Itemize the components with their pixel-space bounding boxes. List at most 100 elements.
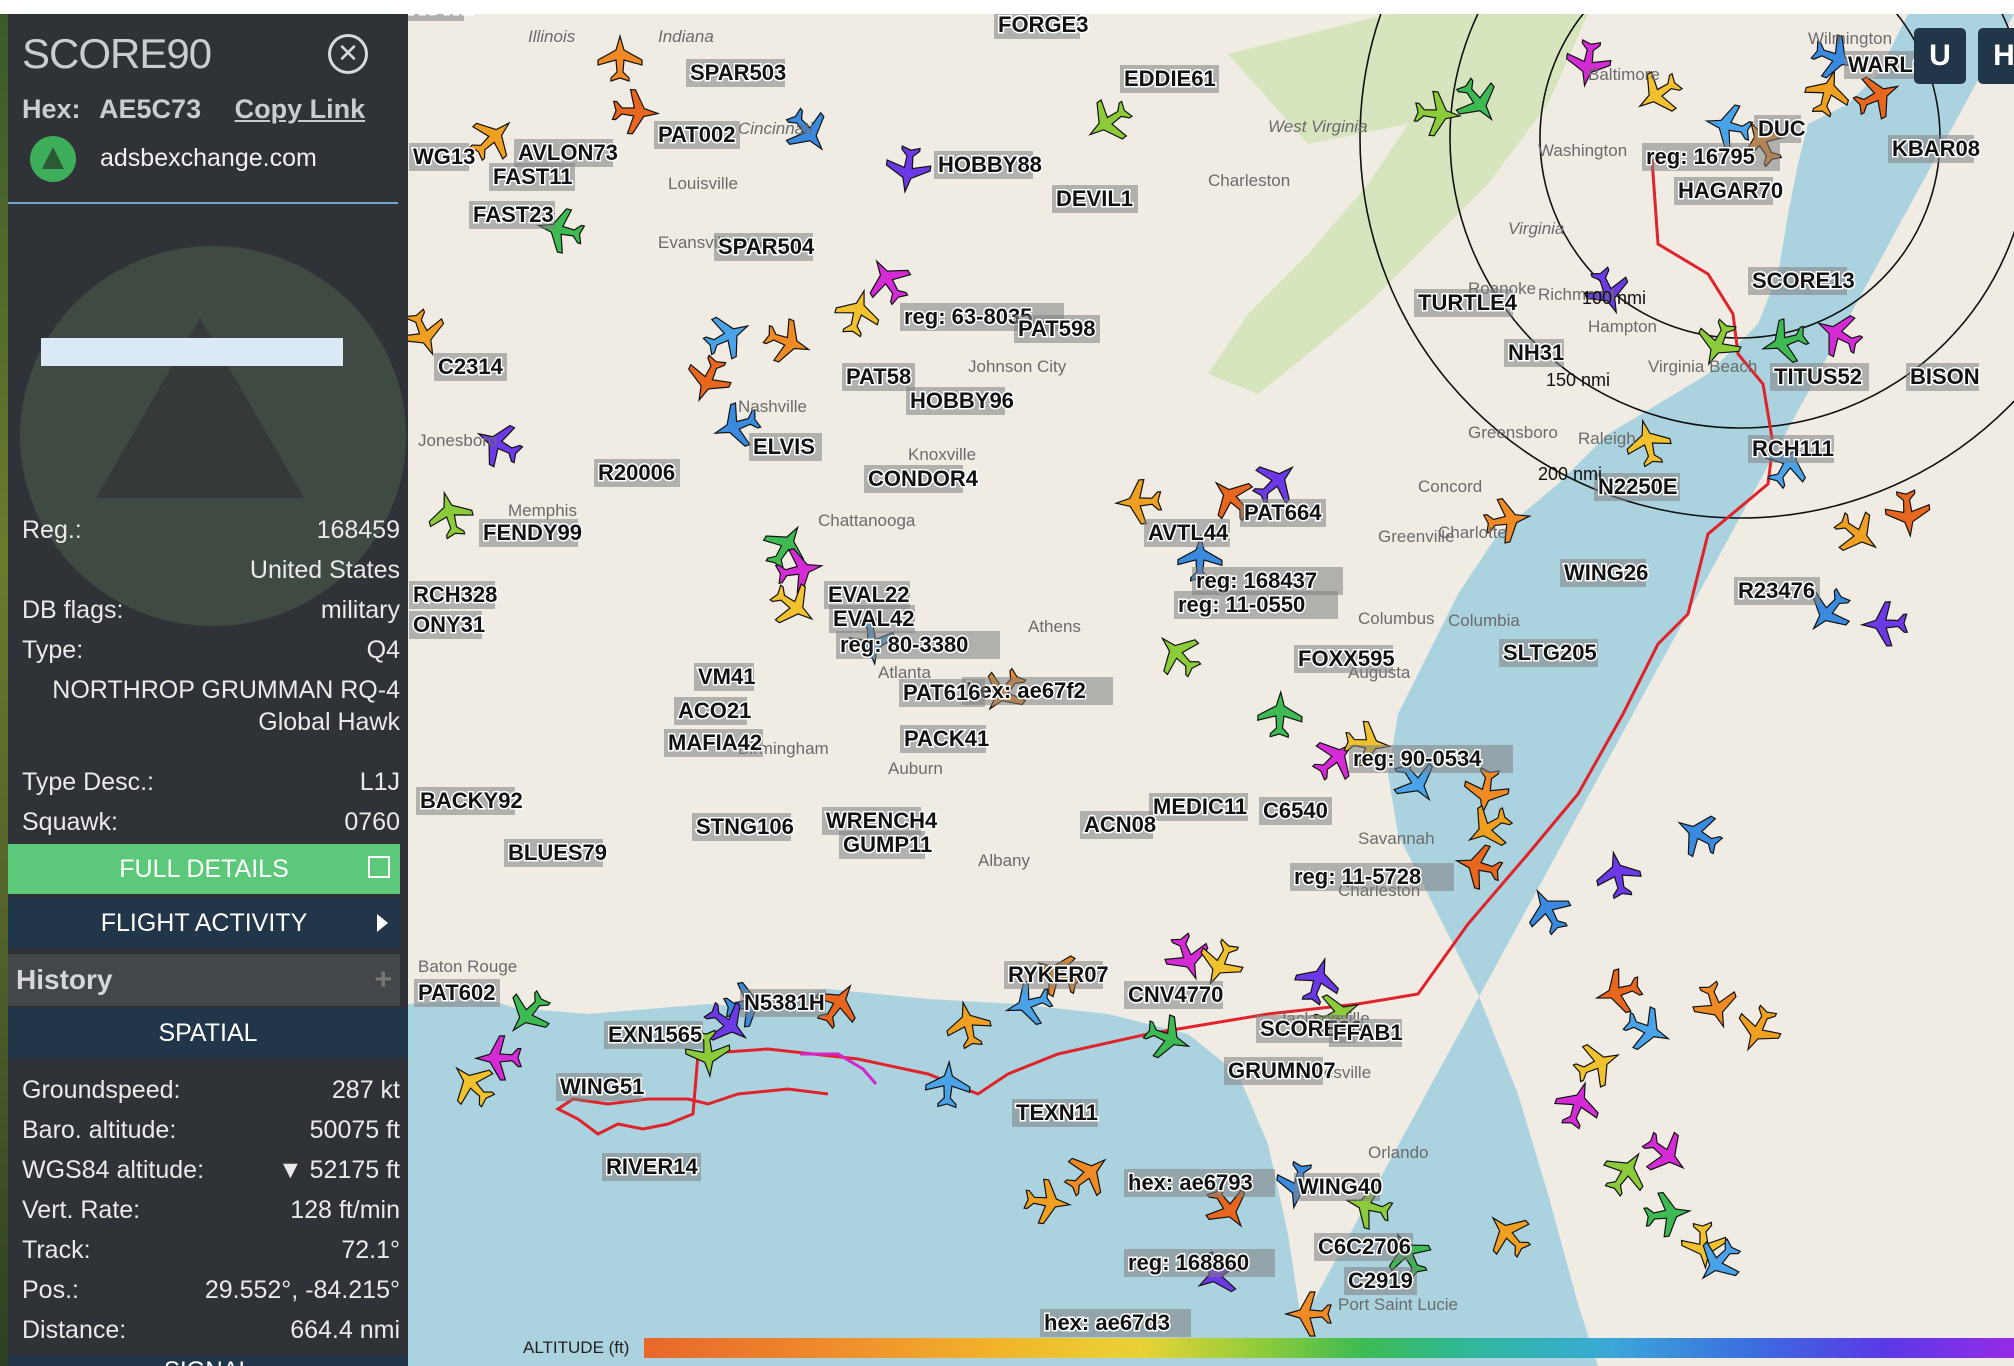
aircraft-icon[interactable]	[679, 350, 737, 409]
callsign-label[interactable]: SPAR504	[714, 233, 816, 261]
callsign-label[interactable]: reg: 168437	[1192, 567, 1343, 595]
callsign-label[interactable]: PAT58	[842, 363, 915, 391]
callsign-label[interactable]: SLTG205	[1499, 639, 1598, 667]
aircraft-icon[interactable]	[1859, 601, 1909, 647]
callsign-label[interactable]: ACN08	[1080, 811, 1158, 839]
callsign-label[interactable]: reg: 11-5728	[1290, 863, 1454, 891]
callsign-label[interactable]: EVAL22	[824, 581, 911, 609]
callsign-label[interactable]: N2250E	[1594, 473, 1680, 501]
callsign-label[interactable]: HOBBY96	[906, 387, 1015, 415]
callsign-label[interactable]: FAST23	[469, 201, 555, 229]
aircraft-icon[interactable]	[858, 250, 919, 311]
aircraft-icon[interactable]	[1642, 1189, 1693, 1239]
aircraft-icon[interactable]	[1591, 965, 1646, 1020]
callsign-label[interactable]: TITUS52	[1770, 363, 1869, 391]
callsign-label[interactable]: PAT664	[1240, 499, 1326, 527]
callsign-label[interactable]: reg: 168860	[1124, 1249, 1275, 1277]
callsign-label[interactable]: ONY31	[409, 611, 487, 639]
callsign-label[interactable]: WING26	[1560, 559, 1650, 587]
callsign-label[interactable]: WING51	[556, 1073, 646, 1101]
close-panel-button[interactable]: ✕	[328, 34, 368, 74]
aircraft-icon[interactable]	[759, 313, 816, 370]
aircraft-icon[interactable]	[1568, 1035, 1627, 1093]
callsign-label[interactable]: FENDY99	[479, 519, 584, 547]
callsign-label[interactable]: CONDOR4	[864, 465, 980, 493]
callsign-label[interactable]: PAT602	[414, 979, 500, 1007]
callsign-label[interactable]: ROW1	[408, 14, 476, 21]
callsign-label[interactable]: CNV4770	[1124, 981, 1225, 1009]
callsign-label[interactable]: FORGE3	[994, 14, 1090, 39]
callsign-label[interactable]: AVTL44	[1144, 519, 1231, 547]
aircraft-icon[interactable]	[597, 33, 643, 82]
callsign-label[interactable]: STNG106	[692, 813, 795, 841]
callsign-label[interactable]: FOXX595	[1294, 645, 1396, 673]
aircraft-icon[interactable]	[1595, 1141, 1657, 1203]
callsign-label[interactable]: R23476	[1734, 577, 1820, 605]
aircraft-icon[interactable]	[1113, 479, 1163, 525]
map-canvas[interactable]: IllinoisIndianaCincinnatiLouisvilleKentu…	[408, 14, 2014, 1366]
callsign-label[interactable]: FFAB1	[1329, 1019, 1404, 1047]
callsign-label[interactable]: C6C2706	[1314, 1233, 1413, 1261]
aircraft-icon[interactable]	[1147, 623, 1210, 686]
aircraft-icon[interactable]	[1550, 1076, 1606, 1133]
callsign-label[interactable]: reg: 16795	[1642, 143, 1780, 171]
callsign-label[interactable]: RYKER07	[1004, 961, 1110, 989]
callsign-label[interactable]: TURTLE4	[1414, 289, 1519, 317]
callsign-label[interactable]: GUMP11	[839, 831, 934, 859]
aircraft-icon[interactable]	[1290, 952, 1346, 1008]
callsign-label[interactable]: R20006	[594, 459, 680, 487]
callsign-label[interactable]: HAGAR70	[1674, 177, 1785, 205]
site-name[interactable]: adsbexchange.com	[100, 144, 317, 173]
callsign-label[interactable]: EXN1565	[604, 1021, 704, 1049]
full-details-button[interactable]: FULL DETAILS	[8, 844, 400, 894]
map-button-h[interactable]: H	[1978, 28, 2014, 84]
callsign-label[interactable]: AVLON73	[514, 139, 619, 167]
callsign-label[interactable]: PAT616	[899, 679, 985, 707]
callsign-label[interactable]: SCORE13	[1748, 267, 1856, 295]
callsign-label[interactable]: RCH328	[409, 581, 499, 609]
callsign-label[interactable]: KBAR08	[1888, 135, 1982, 163]
aircraft-icon[interactable]	[698, 306, 758, 366]
aircraft-icon[interactable]	[1634, 1122, 1697, 1185]
callsign-label[interactable]: VM41	[694, 663, 757, 691]
callsign-label[interactable]: EDDIE61	[1120, 65, 1219, 93]
callsign-label[interactable]: reg: 80-3380	[836, 631, 1000, 659]
aircraft-icon[interactable]	[1826, 503, 1888, 565]
callsign-label[interactable]: reg: 90-0534	[1349, 745, 1513, 773]
callsign-label[interactable]: ELVIS	[749, 433, 822, 461]
callsign-label[interactable]: PAT598	[1014, 315, 1100, 343]
callsign-label[interactable]: C2314	[434, 353, 507, 381]
aircraft-icon[interactable]	[762, 575, 824, 637]
callsign-label[interactable]: RCH111	[1748, 435, 1835, 463]
callsign-label[interactable]: BISON	[1906, 363, 1981, 391]
callsign-label[interactable]: ACO21	[674, 697, 753, 725]
callsign-label[interactable]: reg: 11-0550	[1174, 591, 1338, 619]
callsign-label[interactable]: N5381H	[740, 989, 826, 1017]
aircraft-icon[interactable]	[1728, 1000, 1788, 1060]
aircraft-icon[interactable]	[1687, 977, 1744, 1034]
callsign-label[interactable]: WING40	[1294, 1173, 1384, 1201]
map-view[interactable]: IllinoisIndianaCincinnatiLouisvilleKentu…	[408, 14, 2014, 1366]
callsign-label[interactable]: FAST11	[489, 163, 575, 191]
aircraft-icon[interactable]	[1884, 489, 1932, 539]
callsign-label[interactable]: NH31	[1504, 339, 1566, 367]
flight-activity-button[interactable]: FLIGHT ACTIVITY	[8, 898, 400, 948]
callsign-label[interactable]: WG13	[409, 143, 477, 171]
callsign-label[interactable]: DUC	[1754, 115, 1807, 143]
aircraft-icon[interactable]	[1592, 848, 1644, 901]
callsign-label[interactable]: SPAR503	[686, 59, 788, 87]
callsign-label[interactable]: C2919	[1344, 1267, 1417, 1295]
callsign-label[interactable]: TEXN11	[1012, 1099, 1099, 1127]
aircraft-icon[interactable]	[611, 88, 661, 135]
aircraft-icon[interactable]	[1077, 91, 1139, 153]
callsign-label[interactable]: BLUES79	[504, 839, 609, 867]
callsign-label[interactable]: MEDIC11	[1149, 793, 1249, 821]
callsign-label[interactable]: DEVIL1	[1052, 185, 1138, 213]
aircraft-icon[interactable]	[423, 487, 477, 542]
callsign-label[interactable]: C6540	[1259, 797, 1332, 825]
callsign-label[interactable]: WRENCH4	[822, 807, 939, 835]
callsign-label[interactable]: MAFIA42	[664, 729, 764, 757]
callsign-label[interactable]: PAT002	[654, 121, 740, 149]
callsign-label[interactable]: GRUMN07	[1224, 1057, 1337, 1085]
history-section-toggle[interactable]: History +	[8, 954, 400, 1006]
